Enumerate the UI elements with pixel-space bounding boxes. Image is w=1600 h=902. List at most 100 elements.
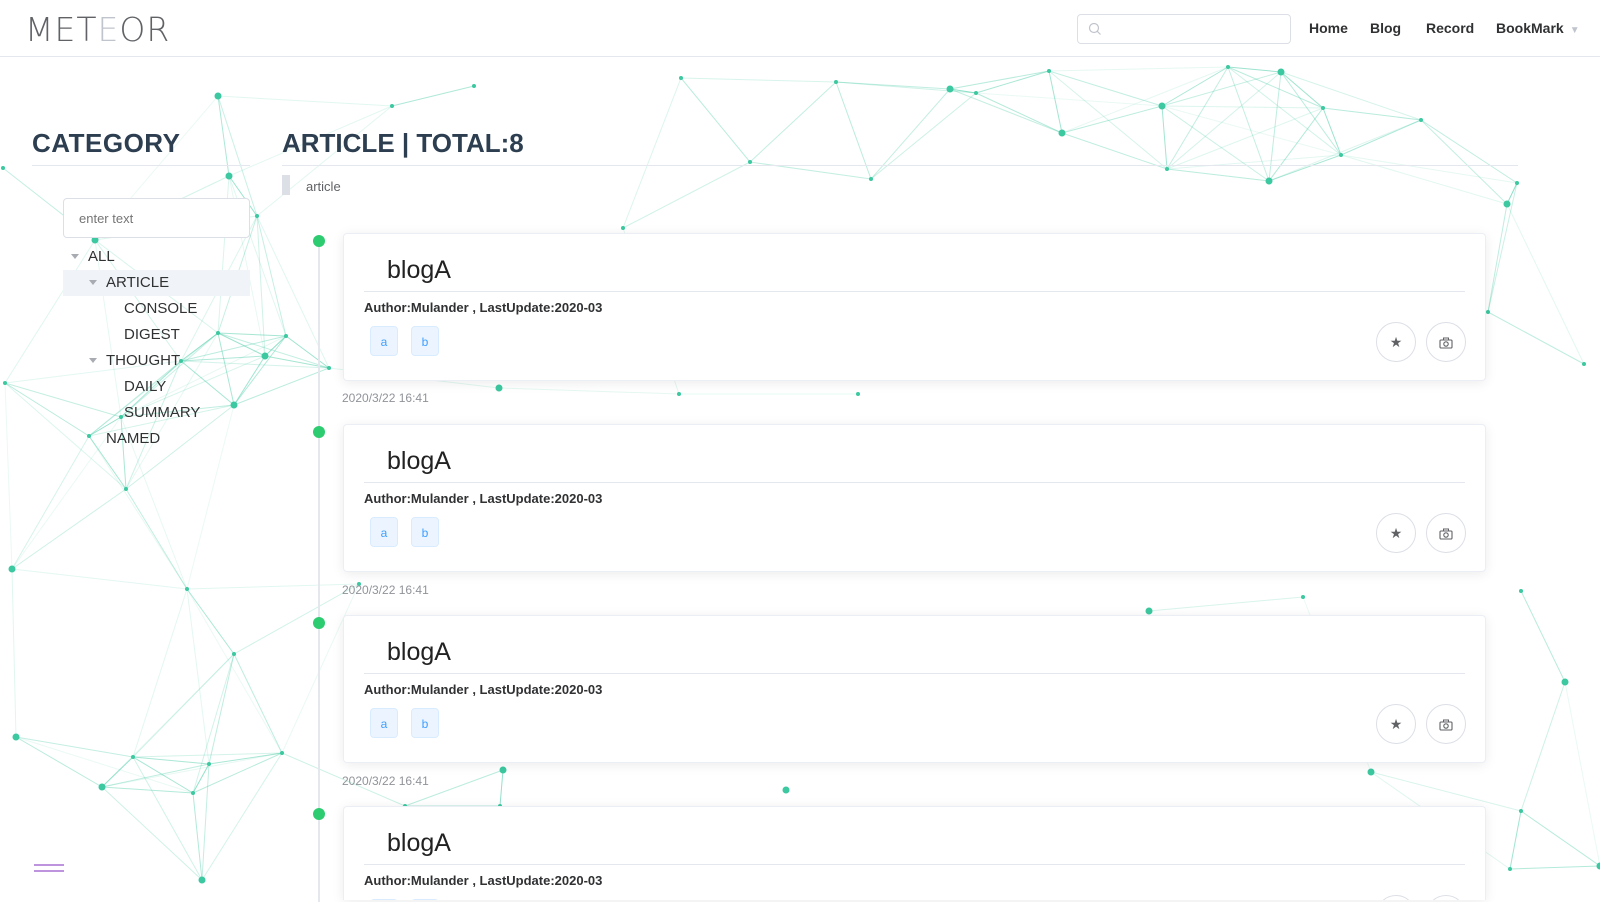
network-node: [131, 755, 135, 759]
network-node: [99, 784, 106, 791]
tree-node-label: THOUGHT: [106, 348, 180, 374]
network-edge: [1167, 108, 1323, 169]
network-node: [1519, 809, 1523, 813]
network-node: [9, 566, 16, 573]
network-edge: [1521, 591, 1565, 682]
network-edge: [102, 787, 193, 793]
caret-down-icon[interactable]: [71, 254, 79, 259]
network-node: [1562, 679, 1569, 686]
network-node: [262, 353, 269, 360]
network-edge: [234, 584, 359, 654]
network-edge: [102, 753, 282, 787]
network-node: [1047, 69, 1051, 73]
network-node: [869, 177, 873, 181]
network-node: [327, 366, 331, 370]
network-node: [13, 734, 20, 741]
camera-button[interactable]: [1426, 704, 1466, 744]
nav-bookmark-label[interactable]: BookMark: [1496, 20, 1564, 36]
network-edge: [681, 78, 836, 82]
nav-home[interactable]: Home: [1309, 20, 1348, 36]
article-title[interactable]: blogA: [387, 829, 451, 858]
tree-node-digest[interactable]: DIGEST: [63, 322, 250, 348]
star-button[interactable]: ★: [1376, 895, 1416, 900]
tag[interactable]: a: [370, 708, 398, 738]
network-node: [284, 334, 288, 338]
network-edge: [623, 162, 750, 228]
tag[interactable]: b: [411, 517, 439, 547]
network-node: [185, 587, 189, 591]
caret-down-icon[interactable]: [89, 280, 97, 285]
article-card[interactable]: blogA Author:Mulander , LastUpdate:2020-…: [343, 615, 1486, 763]
article-meta: Author:Mulander , LastUpdate:2020-03: [364, 682, 602, 697]
network-node: [1582, 362, 1586, 366]
network-edge: [202, 753, 282, 880]
network-edge: [950, 89, 1062, 133]
nav-bookmark[interactable]: BookMark ▼: [1496, 20, 1580, 36]
network-edge: [1281, 72, 1341, 155]
camera-button[interactable]: [1426, 895, 1466, 900]
network-edge: [209, 654, 234, 764]
network-node: [856, 392, 860, 396]
chevron-down-icon[interactable]: ▼: [1570, 25, 1580, 36]
tag[interactable]: b: [411, 326, 439, 356]
timeline-dot: [313, 617, 325, 629]
tree-node-all[interactable]: ALL: [63, 244, 250, 270]
network-node: [679, 76, 683, 80]
site-logo[interactable]: METEOR: [25, 10, 170, 49]
network-edge: [976, 93, 1062, 133]
network-edge: [681, 78, 750, 162]
network-edge: [1062, 133, 1167, 169]
article-total-heading: ARTICLE | TOTAL:8: [282, 128, 524, 159]
tree-node-named[interactable]: NAMED: [63, 426, 250, 452]
article-card[interactable]: blogA Author:Mulander , LastUpdate:2020-…: [343, 806, 1486, 900]
network-edge: [187, 589, 282, 753]
category-heading-divider: [32, 165, 250, 166]
tree-node-summary[interactable]: SUMMARY: [63, 400, 250, 426]
star-icon: ★: [1390, 334, 1403, 350]
camera-icon: [1439, 528, 1453, 540]
camera-button[interactable]: [1426, 513, 1466, 553]
menu-icon[interactable]: [34, 862, 64, 874]
network-edge: [1167, 72, 1281, 169]
search-box[interactable]: [1077, 14, 1291, 44]
network-edge: [187, 584, 359, 589]
network-edge: [1421, 120, 1517, 183]
network-node: [500, 767, 507, 774]
caret-down-icon[interactable]: [89, 358, 97, 363]
network-edge: [871, 93, 976, 179]
timeline-dot: [313, 426, 325, 438]
article-title[interactable]: blogA: [387, 447, 451, 476]
network-node: [1486, 310, 1490, 314]
article-timestamp: 2020/3/22 16:41: [342, 391, 429, 405]
category-filter-input[interactable]: [63, 198, 250, 238]
tree-node-thought[interactable]: THOUGHT: [63, 348, 250, 374]
tree-node-daily[interactable]: DAILY: [63, 374, 250, 400]
tag[interactable]: b: [411, 708, 439, 738]
network-edge: [500, 770, 503, 806]
tree-node-console[interactable]: CONSOLE: [63, 296, 250, 322]
network-node: [834, 80, 838, 84]
article-heading-divider: [282, 165, 1518, 166]
article-meta: Author:Mulander , LastUpdate:2020-03: [364, 300, 602, 315]
star-button[interactable]: ★: [1376, 322, 1416, 362]
article-title[interactable]: blogA: [387, 256, 451, 285]
category-tree: ALL ARTICLE CONSOLE DIGEST THOUGHT DAILY…: [63, 244, 250, 452]
network-node: [255, 214, 259, 218]
article-title[interactable]: blogA: [387, 638, 451, 667]
network-edge: [1281, 72, 1421, 120]
breadcrumb-item[interactable]: article: [306, 179, 341, 194]
search-input[interactable]: [1108, 17, 1287, 43]
network-edge: [1488, 204, 1507, 312]
star-button[interactable]: ★: [1376, 704, 1416, 744]
article-card[interactable]: blogA Author:Mulander , LastUpdate:2020-…: [343, 233, 1486, 381]
tag[interactable]: a: [370, 517, 398, 547]
tree-node-article[interactable]: ARTICLE: [63, 270, 250, 296]
network-node: [1165, 167, 1169, 171]
nav-blog[interactable]: Blog: [1370, 20, 1401, 36]
star-button[interactable]: ★: [1376, 513, 1416, 553]
tag[interactable]: a: [370, 326, 398, 356]
camera-button[interactable]: [1426, 322, 1466, 362]
article-card[interactable]: blogA Author:Mulander , LastUpdate:2020-…: [343, 424, 1486, 572]
nav-record[interactable]: Record: [1426, 20, 1474, 36]
network-edge: [1510, 866, 1600, 869]
